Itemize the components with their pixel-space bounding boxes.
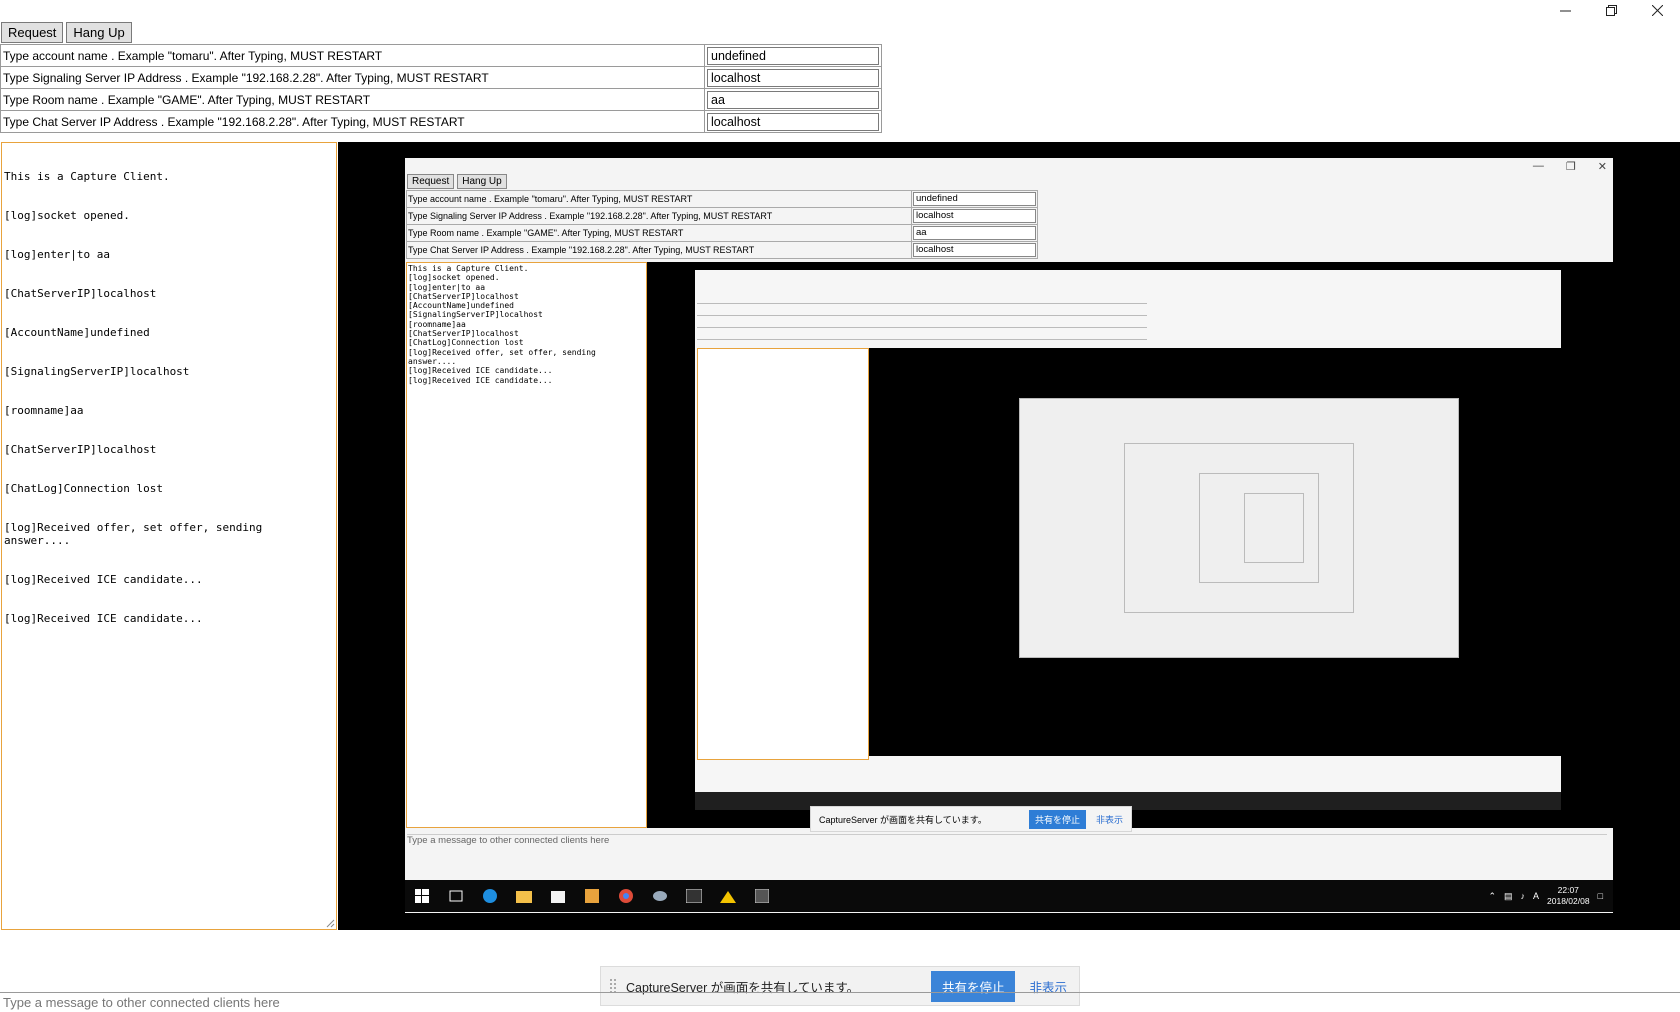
log-line: [log]enter|to aa	[4, 248, 110, 261]
captured-screen: — ❐ ✕ Request Hang Up Type account name …	[405, 158, 1613, 913]
nested-log	[697, 348, 869, 760]
settings-row-room: Type Room name . Example "GAME". After T…	[0, 88, 882, 111]
close-icon[interactable]	[1634, 0, 1680, 20]
captured-stop-sharing: 共有を停止	[1028, 809, 1086, 829]
console-icon	[685, 887, 703, 905]
captured-settings-table: Type account name . Example "tomaru". Af…	[406, 190, 1038, 259]
log-textarea[interactable]: This is a Capture Client. [log]socket op…	[1, 142, 337, 930]
settings-row-account: Type account name . Example "tomaru". Af…	[0, 44, 882, 67]
edge-browser-icon	[481, 887, 499, 905]
minimize-icon[interactable]	[1542, 0, 1588, 20]
log-line: [log]Received ICE candidate...	[4, 612, 203, 625]
captured-share-text: CaptureServer が画面を共有しています。	[819, 814, 987, 825]
account-name-input[interactable]: undefined	[707, 46, 879, 65]
remote-video[interactable]: — ❐ ✕ Request Hang Up Type account name …	[338, 142, 1680, 930]
captured-window-controls: — ❐ ✕	[1533, 160, 1607, 173]
nested-video	[869, 348, 1561, 756]
chat-placeholder: Type a message to other connected client…	[3, 995, 280, 1010]
log-line: [log]Received ICE candidate...	[4, 573, 203, 586]
account-name-label: Type account name . Example "tomaru". Af…	[0, 44, 705, 67]
captured-setting-label: Type Signaling Server IP Address . Examp…	[406, 207, 912, 225]
log-line: [ChatServerIP]localhost	[4, 287, 157, 300]
captured-log: This is a Capture Client. [log]socket ope…	[406, 262, 647, 828]
room-name-label: Type Room name . Example "GAME". After T…	[0, 88, 705, 111]
log-line: This is a Capture Client.	[4, 170, 170, 183]
task-view-icon	[447, 887, 465, 905]
captured-video	[647, 262, 1613, 828]
log-line: [AccountName]undefined	[4, 326, 150, 339]
log-line: [log]Received offer, set offer, sending …	[4, 521, 269, 547]
log-line: [roomname]aa	[4, 404, 84, 417]
signaling-server-label: Type Signaling Server IP Address . Examp…	[0, 66, 705, 89]
snipping-tool-icon	[651, 887, 669, 905]
system-tray: ⌃ ▤ ♪ A 22:07 2018/02/08 □	[1488, 885, 1613, 907]
capture-app-icon	[719, 887, 737, 905]
window-controls	[1542, 0, 1680, 20]
hang-up-button[interactable]: Hang Up	[66, 22, 132, 43]
file-explorer-icon	[515, 887, 533, 905]
captured-setting-value: localhost	[913, 243, 1036, 257]
notification-icon: □	[1597, 891, 1603, 901]
room-name-input[interactable]: aa	[707, 90, 879, 109]
window-app-icon	[753, 887, 771, 905]
clock: 22:07 2018/02/08	[1547, 885, 1590, 907]
resize-grip-icon[interactable]	[326, 919, 335, 928]
chrome-icon	[617, 887, 635, 905]
captured-setting-label: Type account name . Example "tomaru". Af…	[406, 190, 912, 208]
chevron-up-icon: ⌃	[1488, 890, 1496, 901]
captured-taskbar: ⌃ ▤ ♪ A 22:07 2018/02/08 □	[405, 880, 1613, 912]
log-line: [SignalingServerIP]localhost	[4, 365, 190, 378]
captured-setting-value: undefined	[913, 192, 1036, 206]
restore-icon: ❐	[1565, 161, 1576, 173]
settings-table: Type account name . Example "tomaru". Af…	[0, 44, 882, 133]
settings-row-signaling: Type Signaling Server IP Address . Examp…	[0, 66, 882, 89]
settings-row-chat: Type Chat Server IP Address . Example "1…	[0, 110, 882, 133]
captured-nested-screen	[695, 270, 1561, 810]
windows-start-icon	[413, 887, 431, 905]
log-line: [log]socket opened.	[4, 209, 130, 222]
clock-date: 2018/02/08	[1547, 896, 1590, 906]
captured-hide: 非表示	[1095, 814, 1123, 825]
chat-server-input[interactable]: localhost	[707, 112, 879, 131]
captured-setting-label: Type Room name . Example "GAME". After T…	[406, 224, 912, 242]
media-icon	[583, 887, 601, 905]
store-icon	[549, 887, 567, 905]
captured-request-button: Request	[407, 174, 455, 189]
chat-input[interactable]: Type a message to other connected client…	[0, 992, 1680, 1012]
chat-server-label: Type Chat Server IP Address . Example "1…	[0, 110, 705, 133]
clock-time: 22:07	[1557, 885, 1579, 895]
captured-chat-input: Type a message to other connected client…	[407, 834, 1607, 849]
log-line: [ChatServerIP]localhost	[4, 443, 157, 456]
volume-icon: ♪	[1520, 891, 1526, 901]
captured-setting-value: aa	[913, 226, 1036, 240]
restore-icon[interactable]	[1588, 0, 1634, 20]
captured-hang-up-button: Hang Up	[457, 174, 507, 189]
signaling-server-input[interactable]: localhost	[707, 68, 879, 87]
captured-share-bar: CaptureServer が画面を共有しています。 共有を停止 非表示	[810, 806, 1132, 832]
request-button[interactable]: Request	[1, 22, 64, 43]
drag-handle-icon[interactable]	[610, 979, 616, 993]
log-line: [ChatLog]Connection lost	[4, 482, 163, 495]
network-icon: ▤	[1503, 890, 1513, 901]
toolbar: Request Hang Up	[1, 22, 132, 43]
close-icon: ✕	[1597, 161, 1607, 173]
minimize-icon: —	[1532, 160, 1544, 172]
captured-setting-label: Type Chat Server IP Address . Example "1…	[406, 241, 912, 259]
nested-settings	[697, 292, 1147, 340]
captured-toolbar: Request Hang Up	[407, 174, 507, 189]
captured-setting-value: localhost	[913, 209, 1036, 223]
ime-indicator: A	[1533, 891, 1540, 901]
